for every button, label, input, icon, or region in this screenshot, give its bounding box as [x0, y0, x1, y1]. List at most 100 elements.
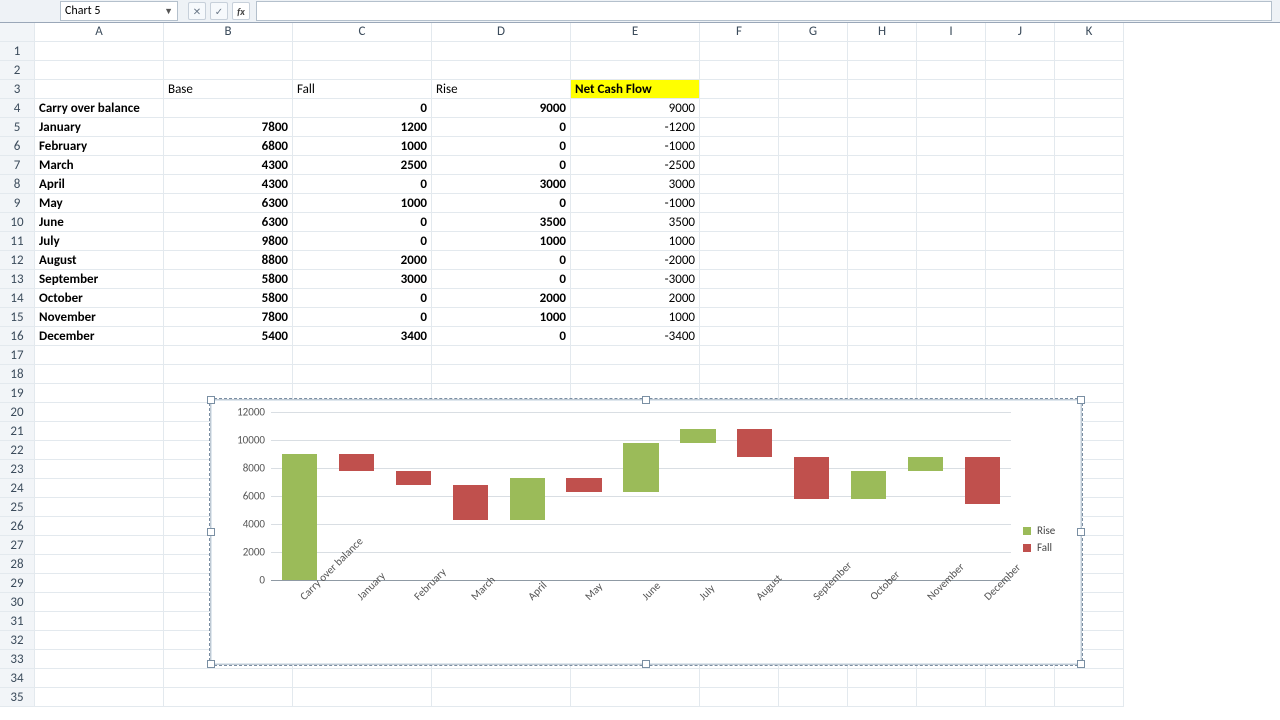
- bar-fall[interactable]: [965, 457, 1000, 505]
- cell[interactable]: [432, 365, 571, 384]
- cell[interactable]: [571, 42, 700, 61]
- cell[interactable]: [1055, 61, 1124, 80]
- row-header[interactable]: 1: [0, 42, 35, 61]
- cell[interactable]: [700, 137, 779, 156]
- cell[interactable]: [917, 156, 986, 175]
- row-header[interactable]: 23: [0, 460, 35, 479]
- cell[interactable]: [700, 194, 779, 213]
- cell[interactable]: 5800: [164, 289, 293, 308]
- cell[interactable]: [848, 194, 917, 213]
- row-header[interactable]: 17: [0, 346, 35, 365]
- cell[interactable]: [986, 365, 1055, 384]
- cell[interactable]: [164, 669, 293, 688]
- cell[interactable]: 2000: [432, 289, 571, 308]
- cell[interactable]: Carry over balance: [35, 99, 164, 118]
- cell[interactable]: 0: [293, 308, 432, 327]
- cell[interactable]: 0: [293, 289, 432, 308]
- row-header[interactable]: 30: [0, 593, 35, 612]
- row-header[interactable]: 33: [0, 650, 35, 669]
- cell[interactable]: [35, 517, 164, 536]
- cell[interactable]: -1000: [571, 194, 700, 213]
- cell[interactable]: -2500: [571, 156, 700, 175]
- cell[interactable]: 3500: [432, 213, 571, 232]
- row-header[interactable]: 26: [0, 517, 35, 536]
- cell[interactable]: [1055, 289, 1124, 308]
- cell[interactable]: 5800: [164, 270, 293, 289]
- cell[interactable]: [917, 346, 986, 365]
- cell[interactable]: [986, 194, 1055, 213]
- row-header[interactable]: 15: [0, 308, 35, 327]
- cell[interactable]: 1000: [432, 232, 571, 251]
- cell[interactable]: [917, 251, 986, 270]
- cell[interactable]: [779, 289, 848, 308]
- cell[interactable]: [986, 270, 1055, 289]
- legend-item-rise[interactable]: Rise: [1023, 524, 1055, 537]
- cell[interactable]: [1055, 194, 1124, 213]
- cell[interactable]: 0: [432, 118, 571, 137]
- select-all-corner[interactable]: [0, 23, 35, 42]
- cell[interactable]: [848, 137, 917, 156]
- bar-fall[interactable]: [737, 429, 772, 457]
- row-header[interactable]: 13: [0, 270, 35, 289]
- cell[interactable]: [164, 99, 293, 118]
- cell[interactable]: [986, 327, 1055, 346]
- cell[interactable]: -2000: [571, 251, 700, 270]
- chart-legend[interactable]: Rise Fall: [1023, 520, 1055, 558]
- bar-rise[interactable]: [851, 471, 886, 499]
- cell[interactable]: [35, 42, 164, 61]
- resize-handle[interactable]: [207, 528, 215, 536]
- cell[interactable]: [779, 688, 848, 707]
- cell[interactable]: -1200: [571, 118, 700, 137]
- resize-handle[interactable]: [642, 660, 650, 668]
- row-header[interactable]: 12: [0, 251, 35, 270]
- cell[interactable]: [700, 175, 779, 194]
- cell[interactable]: [917, 137, 986, 156]
- cell[interactable]: [700, 669, 779, 688]
- cell[interactable]: [700, 232, 779, 251]
- column-header[interactable]: I: [917, 23, 986, 42]
- cell[interactable]: -1000: [571, 137, 700, 156]
- cell[interactable]: [571, 669, 700, 688]
- cell[interactable]: [35, 403, 164, 422]
- cell[interactable]: [779, 346, 848, 365]
- column-header[interactable]: D: [432, 23, 571, 42]
- cell[interactable]: [35, 669, 164, 688]
- row-header[interactable]: 2: [0, 61, 35, 80]
- cell[interactable]: [917, 99, 986, 118]
- embedded-chart[interactable]: 020004000600080001000012000Carry over ba…: [210, 399, 1082, 665]
- cell[interactable]: [986, 289, 1055, 308]
- cell[interactable]: [848, 118, 917, 137]
- formula-input[interactable]: [256, 1, 1272, 21]
- cell[interactable]: [986, 137, 1055, 156]
- chart-plot-area[interactable]: 020004000600080001000012000Carry over ba…: [271, 412, 1011, 580]
- row-header[interactable]: 35: [0, 688, 35, 707]
- cell[interactable]: [35, 61, 164, 80]
- cell[interactable]: [35, 612, 164, 631]
- cell[interactable]: 4300: [164, 175, 293, 194]
- cell[interactable]: [700, 99, 779, 118]
- row-header[interactable]: 8: [0, 175, 35, 194]
- cell[interactable]: [1055, 42, 1124, 61]
- row-header[interactable]: 5: [0, 118, 35, 137]
- cell[interactable]: [700, 61, 779, 80]
- cell[interactable]: [848, 251, 917, 270]
- cell[interactable]: [779, 42, 848, 61]
- cell[interactable]: [986, 118, 1055, 137]
- row-header[interactable]: 32: [0, 631, 35, 650]
- cell[interactable]: -3400: [571, 327, 700, 346]
- cell[interactable]: January: [35, 118, 164, 137]
- cell[interactable]: [1055, 156, 1124, 175]
- cancel-formula-button[interactable]: ✕: [188, 2, 206, 20]
- cell[interactable]: [35, 422, 164, 441]
- column-header[interactable]: C: [293, 23, 432, 42]
- cell[interactable]: [779, 156, 848, 175]
- cell[interactable]: 5400: [164, 327, 293, 346]
- cell[interactable]: [917, 669, 986, 688]
- cell[interactable]: [700, 251, 779, 270]
- row-header[interactable]: 22: [0, 441, 35, 460]
- cell[interactable]: March: [35, 156, 164, 175]
- row-header[interactable]: 3: [0, 80, 35, 99]
- cell[interactable]: [35, 631, 164, 650]
- column-header[interactable]: A: [35, 23, 164, 42]
- bar-fall[interactable]: [453, 485, 488, 520]
